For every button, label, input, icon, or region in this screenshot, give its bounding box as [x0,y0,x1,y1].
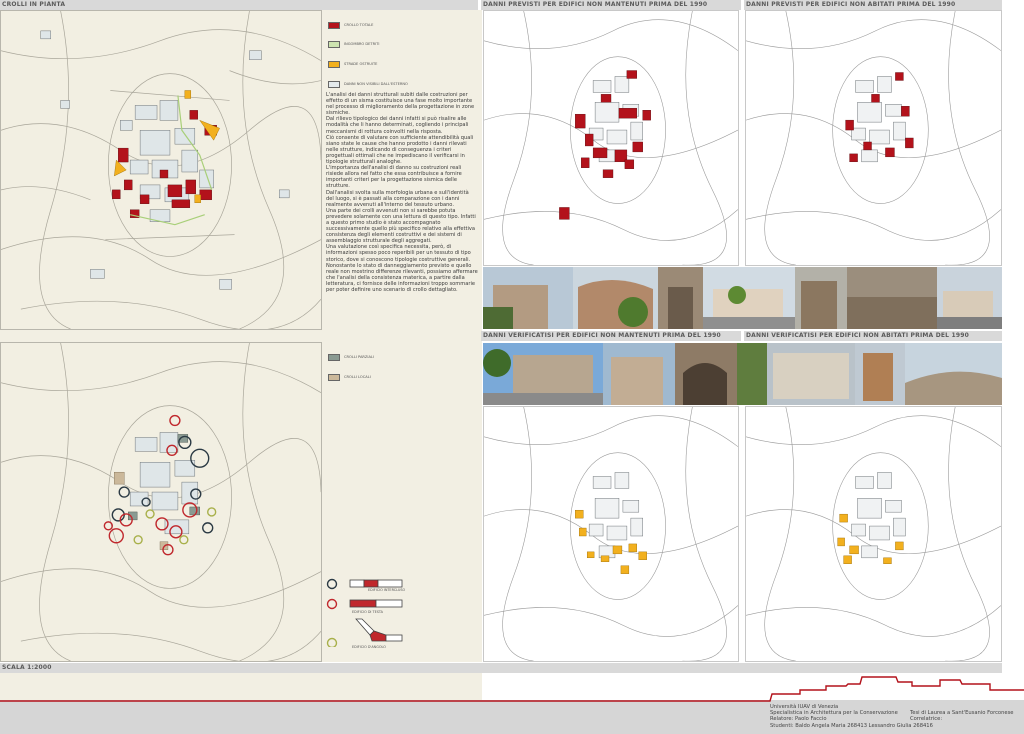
map-danni-previsti-non-mantenuti [483,10,739,266]
paragraph: Dall'analisi svolta sulla morfologia urb… [326,189,469,208]
photo-strip-top [483,267,1002,329]
legend-swatch [328,61,340,68]
section-title-danni-previsti-non-mantenuti: DANNI PREVISTI PER EDIFICI NON MANTENUTI… [481,0,741,10]
paragraph: Nonostante lo stato di danneggiamento pr… [326,262,478,293]
legend-label: CROLLI LOCALI [344,375,371,379]
paragraph: Dal rilievo tipologico dei danni infatti… [326,116,469,135]
legend-swatch [328,41,340,48]
map-danni-verificatisi-non-mantenuti [483,406,739,662]
map-verificatisi-na-svg [746,407,1001,661]
section-title-danni-previsti-non-abitati: DANNI PREVISTI PER EDIFICI NON ABITATI P… [744,0,1002,10]
paragraph: Una valutazione così specifica necessita… [326,244,471,263]
map-crolli-parziali [0,342,322,662]
legend-symbol-intercluso: EDIFICIO INTERCLUSO [326,577,476,597]
map-crolli-parziali-svg [1,343,321,661]
legend-symbol-testa: EDIFICIO DI TESTA [326,597,476,617]
paragraph: L'importanza dell'analisi di danno su co… [326,165,462,190]
map-crolli-svg [1,11,321,329]
skyline-outline-icon [0,676,1024,702]
angolo-diagram-icon [326,618,403,647]
legend-swatch [328,22,340,29]
map-verificatisi-nm-svg [484,407,738,661]
paragraph: Ciò consente di valutare con sufficiente… [326,134,474,166]
legend-label: DANNI NON VISIBILI DALL'ESTERNO [344,82,408,86]
map-danni-verificatisi-non-abitati [745,406,1002,662]
legend-label: EDIFICIO D'ANGOLO [352,645,386,649]
analysis-text: L'analisi dei danni strutturali subiti d… [326,92,478,293]
legend-swatch [328,354,340,361]
map-crolli-in-pianta [0,10,322,330]
credits-students: Studenti: Baldo Angela Maria 268413 Less… [770,722,933,729]
map-previsti-na-svg [746,11,1001,265]
legend-swatch [328,374,340,381]
legend-label: EDIFICIO INTERCLUSO [368,588,406,592]
photo-strip-top-svg [483,267,1002,329]
legend-label: EDIFICIO DI TESTA [352,610,383,614]
paragraph: Una parte dei crolli avvenuti non si sar… [326,207,476,245]
section-title-crolli-in-pianta: CROLLI IN PIANTA [0,0,478,10]
legend-label: STRADE OSTRUITE [344,62,378,66]
photo-strip-middle [483,343,1002,405]
photo-strip-middle-svg [483,343,1002,405]
legend-label: CROLLO TOTALE [344,23,374,27]
credits-block: Università IUAV di Venezia Specialistica… [770,704,933,729]
legend-swatch [328,81,340,88]
credits-thesis-block: Tesi di Laurea a Sant'Eusanio Forconese … [910,710,1013,722]
legend-label: CROLLI PARZIALI [344,355,374,359]
legend-symbol-angolo: EDIFICIO D'ANGOLO [326,617,476,653]
map-danni-previsti-non-abitati [745,10,1002,266]
map-previsti-nm-svg [484,11,738,265]
credits-coadvisor: Correlatrice: [910,716,943,723]
section-title-danni-verificatisi-non-abitati: DANNI VERIFICATISI PER EDIFICI NON ABITA… [744,331,1002,341]
paragraph: L'analisi dei danni strutturali subiti d… [326,92,475,117]
section-title-danni-verificatisi-non-mantenuti: DANNI VERIFICATISI PER EDIFICI NON MANTE… [481,331,741,341]
legend-label: INGOMBRO DETRITI [344,42,380,46]
